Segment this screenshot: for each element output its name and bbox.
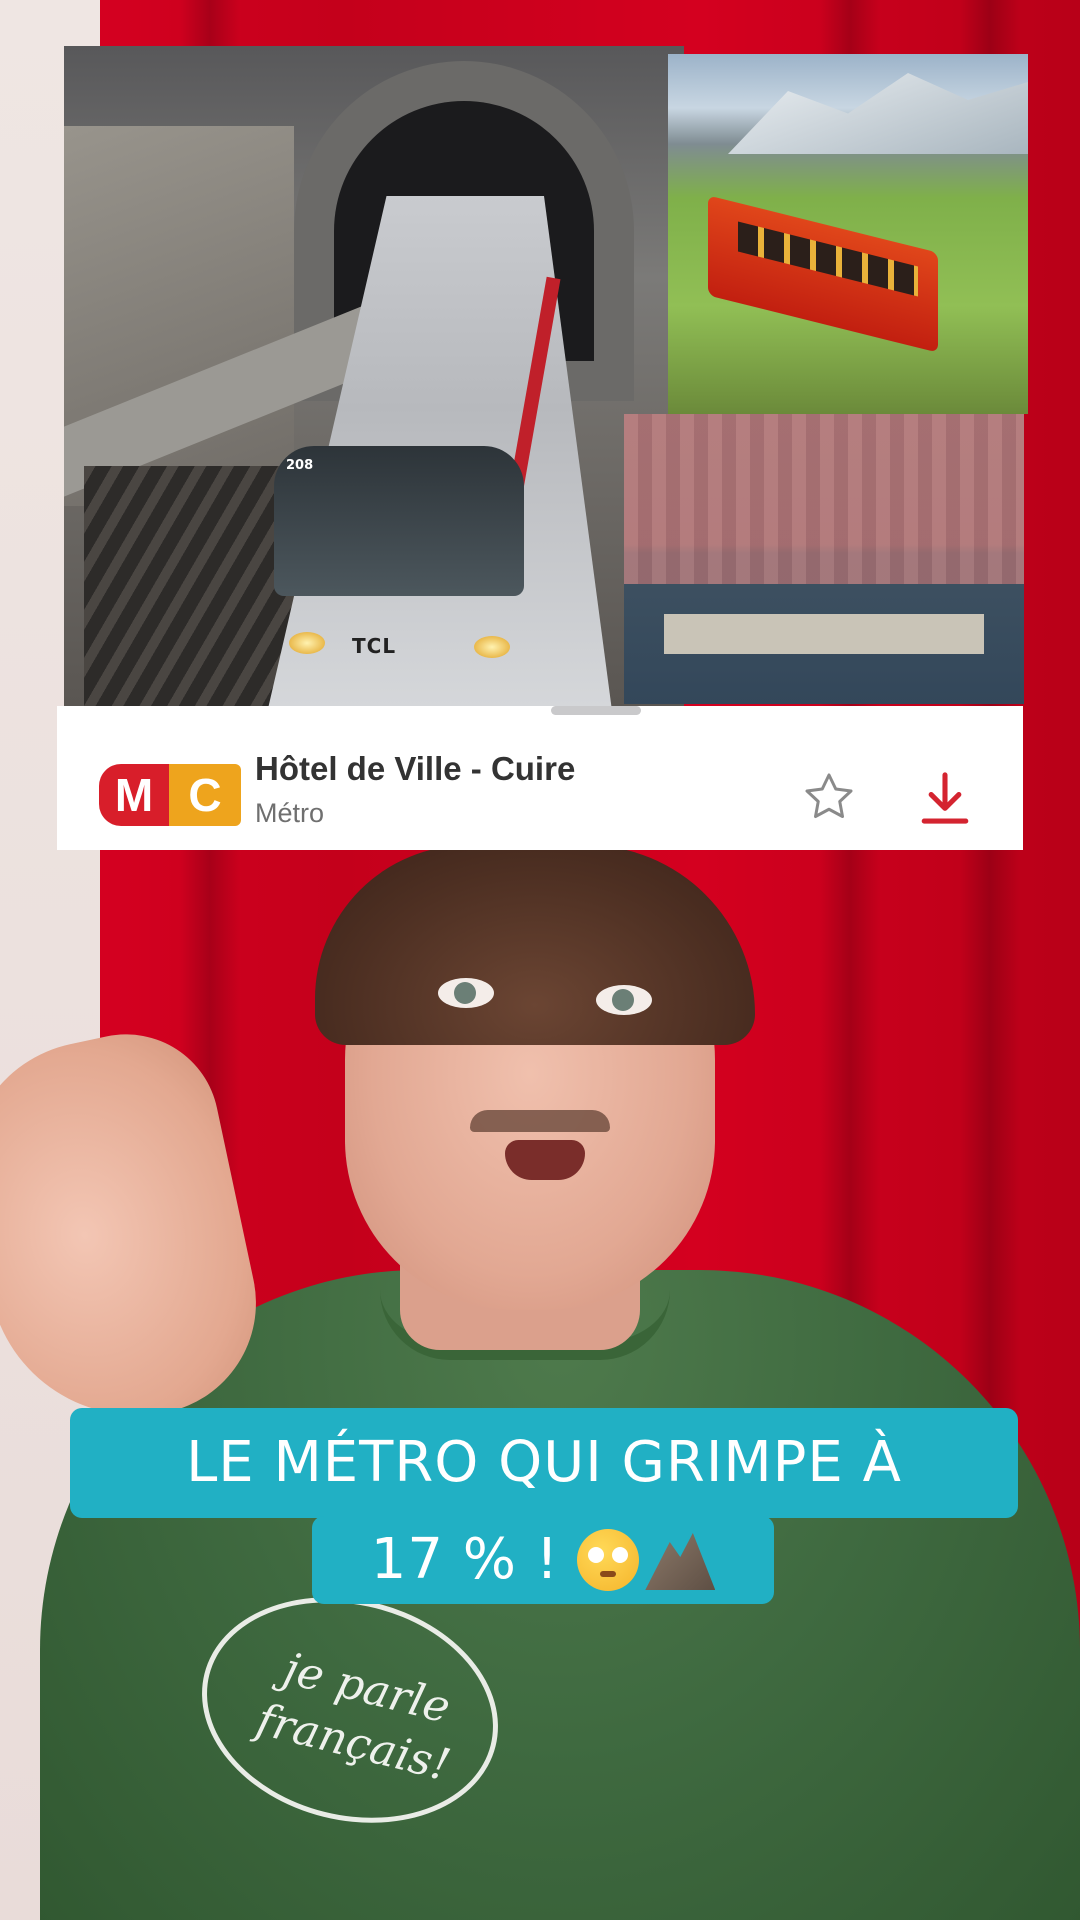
caption-text: LE MÉTRO QUI GRIMPE À	[186, 1430, 902, 1495]
train-logo: TCL	[352, 634, 397, 658]
caption-line-1: LE MÉTRO QUI GRIMPE À	[70, 1408, 1018, 1518]
mountain-emoji	[645, 1533, 716, 1590]
metro-photo: 208 TCL	[64, 46, 684, 706]
shelter-roof	[624, 414, 1024, 584]
station-card[interactable]: M C Hôtel de Ville - Cuire Métro	[57, 706, 1023, 850]
snowy-mountain	[728, 73, 1028, 154]
transport-mode: Métro	[255, 798, 325, 828]
person-mustache	[470, 1110, 610, 1132]
drag-handle[interactable]	[551, 706, 641, 715]
favorite-button[interactable]	[799, 768, 859, 828]
shelter-photo	[624, 414, 1024, 704]
person-mouth	[505, 1140, 585, 1180]
star-outline-icon	[805, 773, 853, 818]
station-name: Hôtel de Ville - Cuire	[255, 750, 576, 787]
flushed-face-emoji	[577, 1529, 640, 1591]
train-number: 208	[286, 458, 314, 473]
download-icon	[921, 772, 969, 824]
person-eye-left	[438, 978, 494, 1008]
line-badge-letter: C	[169, 764, 241, 826]
caption-text: 17 % !	[370, 1527, 560, 1592]
person-hair	[315, 845, 755, 1045]
download-button[interactable]	[917, 768, 973, 828]
shelter-window	[664, 614, 984, 654]
line-badge: M C	[99, 764, 241, 826]
metro-badge-letter: M	[99, 764, 169, 826]
train-headlight	[474, 636, 510, 658]
caption-line-2: 17 % !	[312, 1516, 774, 1604]
train-headlight	[289, 632, 325, 654]
photo-collage: 208 TCL	[64, 46, 1028, 706]
mountain-train-photo	[668, 54, 1028, 414]
person-eye-right	[596, 985, 652, 1015]
